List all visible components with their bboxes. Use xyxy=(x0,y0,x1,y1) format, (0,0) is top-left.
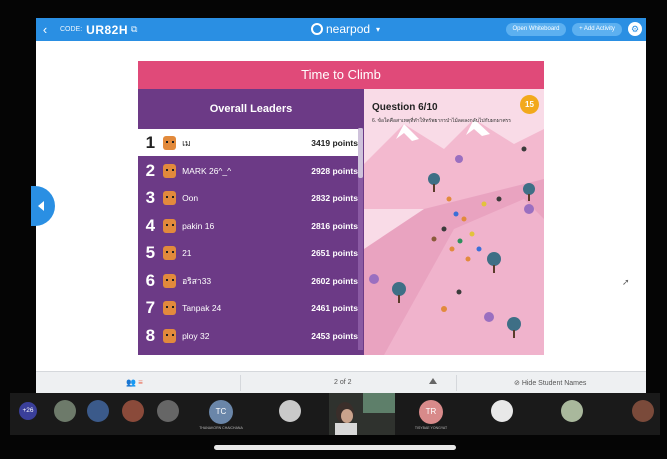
leaderboard-scroll-thumb[interactable] xyxy=(358,128,363,178)
participant-video[interactable] xyxy=(329,393,395,435)
leader-rank: 7 xyxy=(145,297,156,317)
climb-landscape xyxy=(364,89,544,355)
screen: ‹ CODE: UR82H ⧉ nearpod ▾ Open Whiteboar… xyxy=(0,0,667,459)
leaderboard-row: 1 เม 3419 points xyxy=(138,129,358,156)
leaderboard-row: 7 Tanpak 24 2461 points xyxy=(138,294,358,321)
leaders-title: Overall Leaders xyxy=(209,103,293,115)
nearpod-logo-icon xyxy=(311,23,323,35)
mouse-cursor-icon: ➚ xyxy=(622,277,630,287)
home-indicator xyxy=(214,445,456,450)
brand-name: nearpod xyxy=(326,22,371,36)
participant-avatar[interactable] xyxy=(54,400,76,422)
leader-points: 3419 points xyxy=(311,137,358,148)
leader-rank: 5 xyxy=(145,242,156,262)
hide-names-label: Hide Student Names xyxy=(521,380,587,387)
back-chevron-icon[interactable]: ‹ xyxy=(36,18,54,41)
hide-student-names-button[interactable]: ⊘ Hide Student Names xyxy=(514,379,586,387)
participant-avatar[interactable] xyxy=(561,400,583,422)
leader-points: 2602 points xyxy=(311,275,358,286)
leader-rank: 4 xyxy=(145,215,156,235)
leader-avatar-icon xyxy=(162,273,177,288)
leader-avatar-icon xyxy=(162,163,177,178)
leader-rank: 8 xyxy=(145,325,156,345)
question-timer: 15 xyxy=(520,95,539,114)
students-icon[interactable]: 👥 ≡ xyxy=(126,378,143,387)
footer-divider xyxy=(456,375,457,391)
participant-avatar[interactable] xyxy=(491,400,513,422)
leader-points: 2461 points xyxy=(311,302,358,313)
leader-points: 2832 points xyxy=(311,192,358,203)
page-indicator: 2 of 2 xyxy=(334,379,352,386)
chevron-up-icon[interactable] xyxy=(429,378,437,384)
leaderboard-row: 3 Oon 2832 points xyxy=(138,184,358,211)
leader-points: 2816 points xyxy=(311,220,358,231)
leaderboard-row: 2 MARK 26^_^ 2928 points xyxy=(138,157,358,184)
leader-name: 21 xyxy=(182,247,192,258)
leader-name: pakin 16 xyxy=(182,220,215,231)
question-panel: 15 Question 6/10 6. ข้อใดคือสาเหตุที่ทำใ… xyxy=(364,89,544,355)
question-text: 6. ข้อใดคือสาเหตุที่ทำให้ทรัพยากรป่าไม้ล… xyxy=(372,118,511,124)
brand-menu[interactable]: nearpod ▾ xyxy=(311,22,380,36)
leader-avatar-icon xyxy=(162,190,177,205)
participant-avatar[interactable] xyxy=(87,400,109,422)
copy-icon[interactable]: ⧉ xyxy=(131,24,137,35)
leaderboard-row: 8 ploy 32 2453 points xyxy=(138,322,358,349)
chevron-down-icon: ▾ xyxy=(376,24,381,34)
session-code: CODE: UR82H ⧉ xyxy=(54,23,137,37)
leader-rank: 2 xyxy=(145,160,156,180)
leaderboard-row: 6 อริสา33 2602 points xyxy=(138,267,358,294)
open-whiteboard-button[interactable]: Open Whiteboard xyxy=(506,23,566,36)
settings-icon[interactable]: ⚙ xyxy=(628,22,642,36)
participant-name: THANAKORN CHAICHANA xyxy=(199,426,243,430)
leader-points: 2453 points xyxy=(311,330,358,341)
leader-name: เม xyxy=(182,137,191,148)
leader-avatar-icon xyxy=(162,245,177,260)
leader-avatar-icon xyxy=(162,300,177,315)
leader-rank: 6 xyxy=(145,270,156,290)
leader-avatar-icon xyxy=(162,218,177,233)
question-header: Question 6/10 xyxy=(372,102,438,113)
code-value: UR82H xyxy=(86,22,129,37)
footer-divider xyxy=(240,375,241,391)
presentation-footer: 👥 ≡ 2 of 2 ⊘ Hide Student Names xyxy=(36,371,646,393)
leader-name: อริสา33 xyxy=(182,275,212,286)
participant-avatar[interactable] xyxy=(632,400,654,422)
code-label: CODE: xyxy=(60,26,83,33)
participant-name: TISYBAE YONGYAT xyxy=(414,426,448,430)
participant-initials-tile[interactable]: TC xyxy=(209,400,233,424)
leaderboard-row: 4 pakin 16 2816 points xyxy=(138,212,358,239)
leader-rank: 1 xyxy=(145,132,156,152)
participant-avatar[interactable] xyxy=(279,400,301,422)
leaderboard-row: 5 21 2651 points xyxy=(138,239,358,266)
leader-name: Tanpak 24 xyxy=(182,302,222,313)
more-participants-badge[interactable]: +26 xyxy=(19,402,37,420)
nearpod-topbar: ‹ CODE: UR82H ⧉ nearpod ▾ Open Whiteboar… xyxy=(36,18,646,41)
leader-points: 2928 points xyxy=(311,165,358,176)
participant-avatar[interactable] xyxy=(122,400,144,422)
leader-points: 2651 points xyxy=(311,247,358,258)
leader-name: MARK 26^_^ xyxy=(182,165,232,176)
participant-initials-tile[interactable]: TR xyxy=(419,400,443,424)
video-feed xyxy=(329,393,395,435)
leader-name: Oon xyxy=(182,192,199,203)
leader-rank: 3 xyxy=(145,187,156,207)
leader-avatar-icon xyxy=(162,135,177,150)
participant-avatar[interactable] xyxy=(157,400,179,422)
add-activity-button[interactable]: + Add Activity xyxy=(572,23,622,36)
leader-name: ploy 32 xyxy=(182,330,210,341)
activity-title: Time to Climb xyxy=(138,61,544,89)
leaderboard-panel: Overall Leaders 1 เม 3419 points 2 MARK 26^_… xyxy=(138,89,364,355)
leader-avatar-icon xyxy=(162,328,177,343)
